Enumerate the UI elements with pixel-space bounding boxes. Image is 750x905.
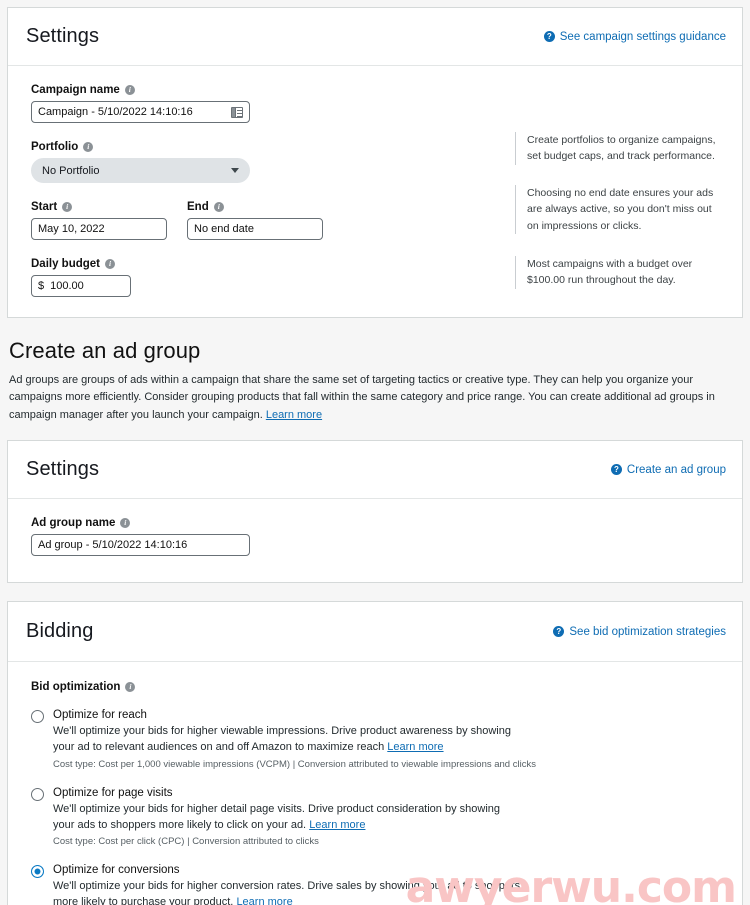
bid-option-conversions[interactable]: Optimize for conversions We'll optimize … — [31, 864, 724, 905]
bid-option-reach-description: We'll optimize your bids for higher view… — [53, 723, 523, 756]
ad-group-settings-card: Settings ? Create an ad group Ad group n… — [7, 440, 743, 584]
bid-option-reach-title: Optimize for reach — [53, 709, 147, 722]
bid-option-page-visits[interactable]: Optimize for page visits We'll optimize … — [31, 786, 724, 848]
info-icon[interactable]: i — [83, 142, 94, 152]
bid-option-reach[interactable]: Optimize for reach We'll optimize your b… — [31, 709, 724, 770]
template-icon[interactable] — [231, 106, 243, 118]
bid-optimization-strategies-label: See bid optimization strategies — [569, 625, 726, 638]
bid-option-page-visits-description: We'll optimize your bids for higher deta… — [53, 801, 523, 834]
create-ad-group-heading: Create an ad group — [9, 338, 201, 363]
ad-group-settings-body: Ad group name i Ad group - 5/10/2022 14:… — [8, 499, 742, 582]
daily-budget-label: Daily budget — [31, 258, 101, 270]
end-date-hint: Choosing no end date ensures your ads ar… — [515, 185, 724, 234]
bid-optimization-label: Bid optimization — [31, 681, 121, 694]
bid-option-reach-cost-type: Cost type: Cost per 1,000 viewable impre… — [53, 758, 536, 770]
end-label: End — [187, 201, 209, 213]
info-icon[interactable]: i — [105, 259, 116, 269]
portfolio-hint: Create portfolios to organize campaigns,… — [515, 132, 724, 165]
bid-option-page-visits-learn-more[interactable]: Learn more — [309, 819, 365, 831]
page-title: Settings — [26, 25, 100, 47]
portfolio-select[interactable]: No Portfolio — [31, 158, 250, 183]
campaign-settings-guidance-link[interactable]: ? See campaign settings guidance — [543, 30, 726, 43]
start-label-row: Start i — [31, 201, 167, 213]
question-mark-icon: ? — [543, 31, 555, 42]
ad-group-name-value: Ad group - 5/10/2022 14:10:16 — [38, 539, 188, 552]
campaign-creation-page: Settings ? See campaign settings guidanc… — [0, 7, 750, 905]
portfolio-field-group: Portfolio i No Portfolio — [31, 141, 501, 183]
create-ad-group-description-text: Ad groups are groups of ads within a cam… — [9, 374, 715, 421]
portfolio-label-row: Portfolio i — [31, 141, 501, 153]
ad-group-name-label: Ad group name — [31, 517, 116, 530]
bidding-card: Bidding ? See bid optimization strategie… — [7, 601, 743, 905]
portfolio-selected-value: No Portfolio — [42, 164, 100, 177]
radio-button-reach[interactable] — [31, 710, 44, 724]
end-label-row: End i — [187, 201, 323, 213]
ad-group-learn-more-link[interactable]: Learn more — [266, 409, 322, 421]
campaign-name-label: Campaign name — [31, 84, 120, 96]
end-date-field-group: End i No end date — [187, 201, 323, 240]
daily-budget-input[interactable]: $ 100.00 — [31, 275, 131, 297]
campaign-name-label-row: Campaign name i — [31, 84, 501, 96]
daily-budget-field-group: Daily budget i $ 100.00 — [31, 258, 501, 297]
bid-optimization-label-row: Bid optimization i — [31, 681, 724, 693]
bid-option-reach-learn-more[interactable]: Learn more — [387, 741, 443, 753]
campaign-settings-guidance-label: See campaign settings guidance — [559, 30, 726, 43]
campaign-settings-header: Settings ? See campaign settings guidanc… — [8, 8, 742, 66]
campaign-name-field-group: Campaign name i Campaign - 5/10/2022 14:… — [31, 84, 501, 123]
end-date-value: No end date — [194, 223, 254, 235]
bid-option-page-visits-cost-type: Cost type: Cost per click (CPC) | Conver… — [53, 836, 319, 848]
ad-group-settings-header: Settings ? Create an ad group — [8, 441, 742, 500]
create-ad-group-section: Create an ad group Ad groups are groups … — [0, 318, 750, 424]
create-ad-group-description: Ad groups are groups of ads within a cam… — [9, 372, 739, 424]
start-label: Start — [31, 201, 58, 213]
create-ad-group-link[interactable]: ? Create an ad group — [610, 463, 726, 476]
bidding-title: Bidding — [26, 620, 94, 643]
bid-option-conversions-learn-more[interactable]: Learn more — [236, 896, 292, 905]
ad-group-settings-title: Settings — [26, 458, 100, 481]
bid-option-conversions-description: We'll optimize your bids for higher conv… — [53, 878, 523, 905]
bid-option-conversions-title: Optimize for conversions — [53, 864, 180, 877]
bid-optimization-strategies-link[interactable]: ? See bid optimization strategies — [553, 626, 726, 638]
info-icon[interactable]: i — [62, 202, 73, 212]
info-icon[interactable]: i — [120, 518, 131, 529]
bid-option-page-visits-title: Optimize for page visits — [53, 786, 173, 799]
currency-symbol: $ — [38, 280, 45, 292]
portfolio-label: Portfolio — [31, 141, 79, 153]
campaign-settings-body: Campaign name i Campaign - 5/10/2022 14:… — [8, 66, 742, 317]
question-mark-icon: ? — [553, 626, 565, 638]
campaign-settings-hints: Create portfolios to organize campaigns,… — [501, 84, 724, 297]
radio-button-conversions[interactable] — [31, 865, 44, 879]
start-date-input[interactable]: May 10, 2022 — [31, 218, 167, 240]
start-date-field-group: Start i May 10, 2022 — [31, 201, 167, 240]
ad-group-name-input[interactable]: Ad group - 5/10/2022 14:10:16 — [31, 534, 250, 557]
campaign-settings-card: Settings ? See campaign settings guidanc… — [7, 7, 743, 318]
chevron-down-icon — [231, 168, 239, 173]
info-icon[interactable]: i — [213, 202, 224, 212]
question-mark-icon: ? — [610, 464, 622, 476]
date-fields-row: Start i May 10, 2022 End i No end date — [31, 201, 501, 240]
end-date-input[interactable]: No end date — [187, 218, 323, 240]
bidding-body: Bid optimization i Optimize for reach We… — [8, 662, 742, 905]
campaign-name-value: Campaign - 5/10/2022 14:10:16 — [38, 106, 193, 118]
daily-budget-hint: Most campaigns with a budget over $100.0… — [515, 256, 724, 289]
bid-option-page-visits-description-text: We'll optimize your bids for higher deta… — [53, 802, 501, 831]
start-date-value: May 10, 2022 — [38, 223, 105, 235]
create-ad-group-link-label: Create an ad group — [626, 463, 726, 476]
campaign-name-input[interactable]: Campaign - 5/10/2022 14:10:16 — [31, 101, 250, 123]
daily-budget-label-row: Daily budget i — [31, 258, 501, 270]
bidding-header: Bidding ? See bid optimization strategie… — [8, 602, 742, 663]
ad-group-name-label-row: Ad group name i — [31, 517, 724, 529]
ad-group-name-field-group: Ad group name i Ad group - 5/10/2022 14:… — [31, 517, 724, 557]
radio-button-page-visits[interactable] — [31, 787, 44, 801]
campaign-settings-fields: Campaign name i Campaign - 5/10/2022 14:… — [31, 84, 501, 297]
info-icon[interactable]: i — [125, 682, 136, 693]
daily-budget-value: 100.00 — [50, 280, 84, 292]
info-icon[interactable]: i — [124, 85, 135, 95]
